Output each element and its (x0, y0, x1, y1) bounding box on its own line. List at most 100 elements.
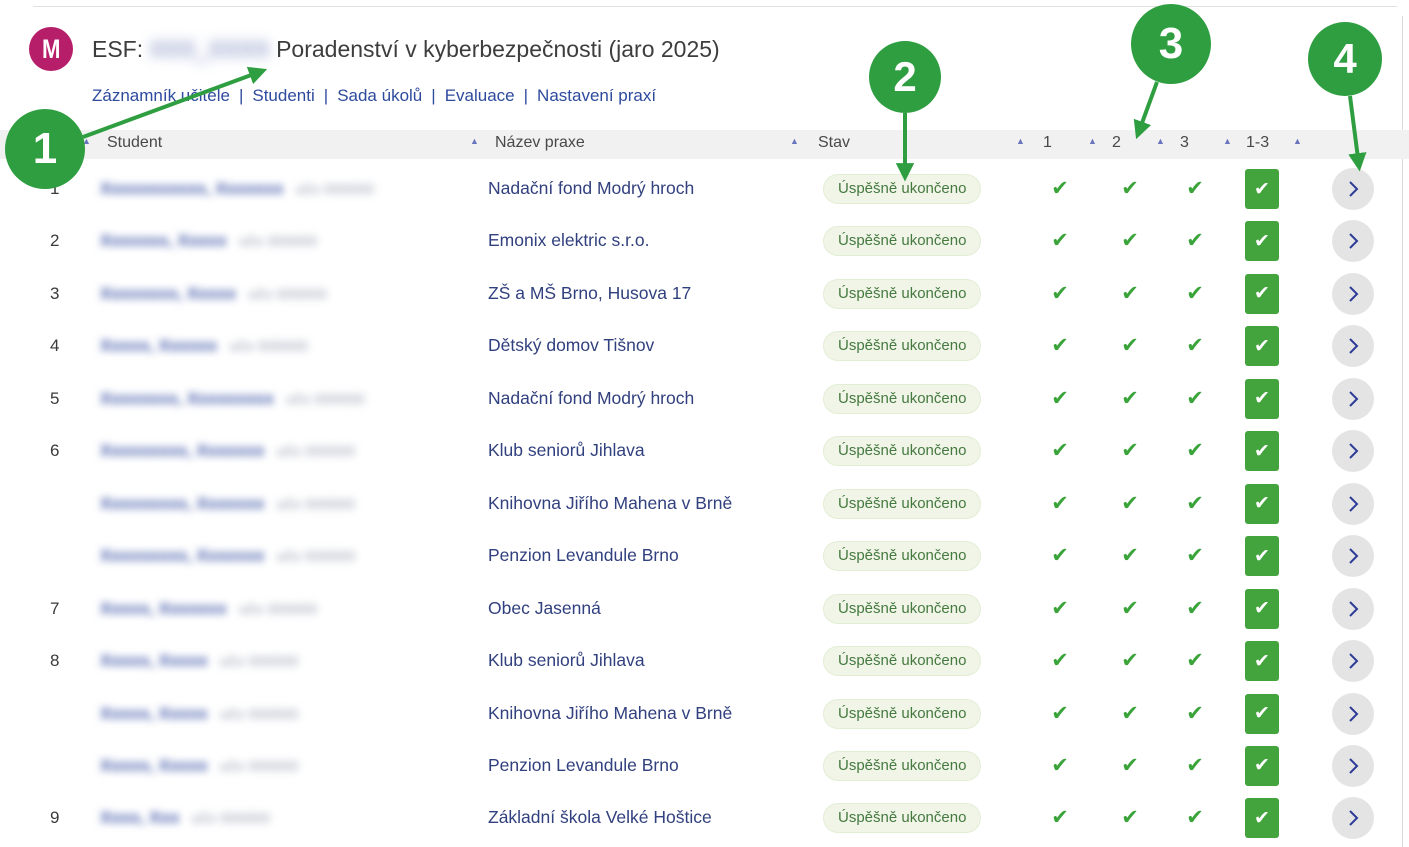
sort-asc-icon[interactable]: ▲ (1088, 137, 1097, 146)
tab-evaluace[interactable]: Evaluace (445, 86, 515, 105)
student-name-link[interactable]: Xxxxxxxx, Xxxxxxxxx učo 000000 (100, 389, 365, 409)
column-header-3[interactable]: 3 (1180, 134, 1189, 152)
table-header: ▲ Student ▲ Název praxe ▲ Stav ▲ 1 ▲ 2 ▲… (0, 130, 1409, 159)
sort-asc-icon[interactable]: ▲ (1156, 137, 1165, 146)
row-detail-button[interactable] (1332, 378, 1374, 420)
sort-asc-icon[interactable]: ▲ (1293, 137, 1302, 146)
student-name-link[interactable]: Xxxxxxxx, Xxxxx učo 000000 (100, 284, 327, 304)
summary-checkbox[interactable]: ✔ (1245, 169, 1279, 209)
student-uco-blurred: učo 000000 (273, 443, 356, 460)
muni-logo[interactable]: M (29, 27, 73, 71)
status-badge: Úspěšně ukončeno (823, 174, 981, 204)
student-name-link[interactable]: Xxxxxxxxx, Xxxxxxx učo 000000 (100, 494, 355, 514)
student-uco-blurred: učo 000000 (216, 706, 299, 723)
row-detail-button[interactable] (1332, 588, 1374, 630)
student-name-link[interactable]: Xxxxxxxxxxx, Xxxxxxx učo 000000 (100, 179, 374, 199)
check-icon: ✔ (1026, 281, 1094, 307)
row-detail-button[interactable] (1332, 325, 1374, 367)
row-detail-button[interactable] (1332, 273, 1374, 315)
summary-checkbox[interactable]: ✔ (1245, 746, 1279, 786)
practice-name: Nadační fond Modrý hroch (488, 388, 694, 409)
page: { "header": { "logo_letter": "M", "cours… (0, 0, 1409, 847)
nav-separator: | (524, 86, 528, 105)
summary-checkbox[interactable]: ✔ (1245, 484, 1279, 524)
student-name-blurred: Xxxxx, Xxxxx (100, 651, 208, 670)
column-header-stav[interactable]: Stav (818, 134, 850, 152)
check-icon: ✔ (1096, 176, 1164, 202)
column-header-1-3[interactable]: 1-3 (1246, 134, 1269, 152)
column-header-student[interactable]: Student (107, 134, 162, 152)
sort-asc-icon[interactable]: ▲ (470, 137, 479, 146)
tab-nastaveni-praxi[interactable]: Nastavení praxí (537, 86, 656, 105)
tab-studenti[interactable]: Studenti (252, 86, 314, 105)
check-icon: ✔ (1096, 701, 1164, 727)
sort-asc-icon[interactable]: ▲ (1223, 137, 1232, 146)
column-header-1[interactable]: 1 (1043, 134, 1052, 152)
row-detail-button[interactable] (1332, 797, 1374, 839)
row-number: 9 (50, 808, 59, 828)
tab-sada-ukolu[interactable]: Sada úkolů (337, 86, 422, 105)
student-uco-blurred: učo 000000 (273, 496, 356, 513)
student-name-link[interactable]: Xxxxx, Xxxxx učo 000000 (100, 756, 298, 776)
practice-name: Penzion Levandule Brno (488, 545, 679, 566)
row-detail-button[interactable] (1332, 430, 1374, 472)
check-icon: ✔ (1096, 543, 1164, 569)
table-row: Xxxxxxxxx, Xxxxxxx učo 000000 Penzion Le… (0, 530, 1409, 582)
row-detail-button[interactable] (1332, 220, 1374, 262)
student-name-link[interactable]: Xxxxx, Xxxxxxx učo 000000 (100, 599, 317, 619)
page-title: ESF: XXX_XXXX Poradenství v kyberbezpečn… (92, 36, 720, 63)
student-name-link[interactable]: Xxxxx, Xxxxx učo 000000 (100, 704, 298, 724)
row-detail-button[interactable] (1332, 168, 1374, 210)
row-detail-button[interactable] (1332, 745, 1374, 787)
chevron-right-icon (1343, 808, 1363, 828)
check-icon: ✔ (1161, 701, 1229, 727)
student-name-link[interactable]: Xxxxxxx, Xxxxx učo 000000 (100, 231, 317, 251)
student-name-link[interactable]: Xxxxx, Xxxxx učo 000000 (100, 651, 298, 671)
student-name-link[interactable]: Xxxxx, Xxxxxx učo 000000 (100, 336, 308, 356)
check-icon: ✔ (1026, 543, 1094, 569)
row-detail-button[interactable] (1332, 693, 1374, 735)
row-detail-button[interactable] (1332, 640, 1374, 682)
column-header-praxe[interactable]: Název praxe (495, 134, 585, 152)
chevron-right-icon (1343, 389, 1363, 409)
check-icon: ✔ (1161, 543, 1229, 569)
check-icon: ✔ (1161, 805, 1229, 831)
student-name-blurred: Xxxx, Xxx (100, 808, 179, 827)
summary-checkbox[interactable]: ✔ (1245, 798, 1279, 838)
student-name-blurred: Xxxxxxxxx, Xxxxxxx (100, 546, 265, 565)
summary-checkbox[interactable]: ✔ (1245, 326, 1279, 366)
student-name-link[interactable]: Xxxxxxxxx, Xxxxxxx učo 000000 (100, 546, 355, 566)
row-detail-button[interactable] (1332, 483, 1374, 525)
summary-checkbox[interactable]: ✔ (1245, 221, 1279, 261)
table-row: 6 Xxxxxxxxx, Xxxxxxx učo 000000 Klub sen… (0, 425, 1409, 477)
table-row: Xxxxx, Xxxxx učo 000000 Penzion Levandul… (0, 740, 1409, 792)
table-row: Xxxxxxxxx, Xxxxxxx učo 000000 Knihovna J… (0, 478, 1409, 530)
summary-checkbox[interactable]: ✔ (1245, 694, 1279, 734)
check-icon: ✔ (1161, 438, 1229, 464)
sort-asc-icon[interactable]: ▲ (790, 137, 799, 146)
summary-checkbox[interactable]: ✔ (1245, 641, 1279, 681)
row-number: 5 (50, 389, 59, 409)
practice-name: Základní škola Velké Hoštice (488, 807, 712, 828)
tab-zaznamnik-ucitele[interactable]: Záznamník učitele (92, 86, 230, 105)
summary-checkbox[interactable]: ✔ (1245, 589, 1279, 629)
student-uco-blurred: učo 000000 (187, 810, 270, 827)
row-detail-button[interactable] (1332, 535, 1374, 577)
chevron-right-icon (1343, 494, 1363, 514)
chevron-right-icon (1343, 599, 1363, 619)
summary-checkbox[interactable]: ✔ (1245, 274, 1279, 314)
summary-checkbox[interactable]: ✔ (1245, 536, 1279, 576)
column-header-2[interactable]: 2 (1112, 134, 1121, 152)
check-icon: ✔ (1026, 805, 1094, 831)
summary-checkbox[interactable]: ✔ (1245, 379, 1279, 419)
sort-asc-icon[interactable]: ▲ (1016, 137, 1025, 146)
chevron-right-icon (1343, 179, 1363, 199)
student-name-link[interactable]: Xxxx, Xxx učo 000000 (100, 808, 270, 828)
chevron-right-icon (1343, 651, 1363, 671)
summary-checkbox[interactable]: ✔ (1245, 431, 1279, 471)
student-name-link[interactable]: Xxxxxxxxx, Xxxxxxx učo 000000 (100, 441, 355, 461)
check-icon: ✔ (1096, 333, 1164, 359)
chevron-right-icon (1343, 546, 1363, 566)
row-number: 8 (50, 651, 59, 671)
chevron-right-icon (1343, 284, 1363, 304)
